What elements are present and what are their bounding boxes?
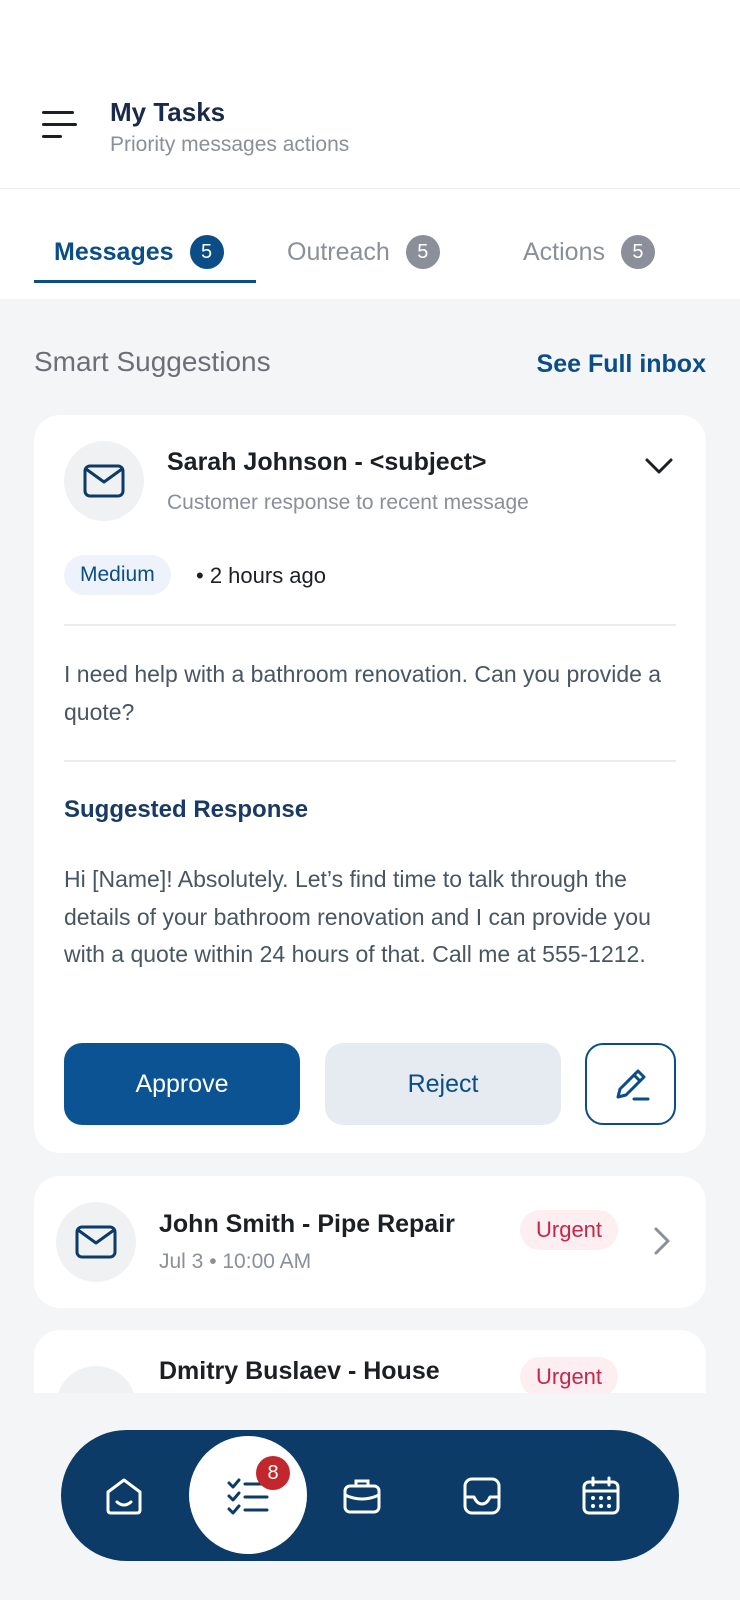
divider xyxy=(64,760,676,762)
mail-icon xyxy=(56,1202,136,1282)
home-icon[interactable] xyxy=(84,1456,164,1536)
tab-actions-count: 5 xyxy=(620,235,655,269)
suggestion-card: Sarah Johnson - <subject> Customer respo… xyxy=(34,415,706,1153)
chevron-right-icon[interactable] xyxy=(648,1224,676,1258)
tab-messages-label: Messages xyxy=(54,237,174,266)
reject-button[interactable]: Reject xyxy=(325,1043,561,1125)
chevron-down-icon[interactable] xyxy=(642,449,676,483)
message-time: Jul 3 • 10:00 AM xyxy=(159,1250,312,1273)
message-body: I need help with a bathroom renovation. … xyxy=(64,661,662,725)
page-title: My Tasks xyxy=(110,97,226,127)
tab-outreach-label: Outreach xyxy=(287,237,390,266)
tab-actions-label: Actions xyxy=(523,237,605,266)
tasks-badge: 8 xyxy=(256,1456,290,1490)
bottom-navigation: 8 xyxy=(61,1430,679,1561)
tab-outreach-count: 5 xyxy=(405,235,440,269)
calendar-icon[interactable] xyxy=(561,1456,641,1536)
pencil-icon xyxy=(616,1069,649,1101)
page-subtitle: Priority messages actions xyxy=(110,133,350,156)
suggested-response-title: Suggested Response xyxy=(64,796,309,823)
timestamp: • 2 hours ago xyxy=(196,563,327,588)
message-preview: Customer response to recent message xyxy=(167,491,529,514)
tab-messages-count: 5 xyxy=(189,235,224,269)
tab-outreach[interactable]: Outreach 5 xyxy=(287,229,440,275)
priority-badge: Medium xyxy=(64,555,171,595)
priority-badge: Urgent xyxy=(520,1357,619,1397)
mail-icon xyxy=(64,441,144,521)
briefcase-icon[interactable] xyxy=(322,1456,402,1536)
message-title: John Smith - Pipe Repair xyxy=(159,1210,455,1238)
message-title: Dmitry Buslaev - House xyxy=(159,1357,440,1385)
tab-actions[interactable]: Actions 5 xyxy=(523,229,655,275)
active-tab-indicator xyxy=(34,280,256,283)
see-full-inbox-link[interactable]: See Full inbox xyxy=(537,350,706,379)
app-header: My Tasks Priority messages actions xyxy=(0,0,740,189)
section-title: Smart Suggestions xyxy=(34,346,271,377)
divider xyxy=(64,624,676,626)
edit-button[interactable] xyxy=(585,1043,676,1125)
list-item[interactable]: John Smith - Pipe Repair Jul 3 • 10:00 A… xyxy=(34,1176,706,1308)
tasks-icon[interactable] xyxy=(189,1436,307,1554)
inbox-icon[interactable] xyxy=(442,1456,522,1536)
approve-button[interactable]: Approve xyxy=(64,1043,300,1125)
tab-bar: Messages 5 Outreach 5 Actions 5 xyxy=(0,189,740,299)
priority-badge: Urgent xyxy=(520,1210,619,1250)
hamburger-menu-icon[interactable] xyxy=(42,108,80,142)
tab-messages[interactable]: Messages 5 xyxy=(54,229,224,275)
sender-subject: Sarah Johnson - <subject> xyxy=(167,448,487,476)
suggested-response-text: Hi [Name]! Absolutely. Let’s find time t… xyxy=(64,866,651,967)
